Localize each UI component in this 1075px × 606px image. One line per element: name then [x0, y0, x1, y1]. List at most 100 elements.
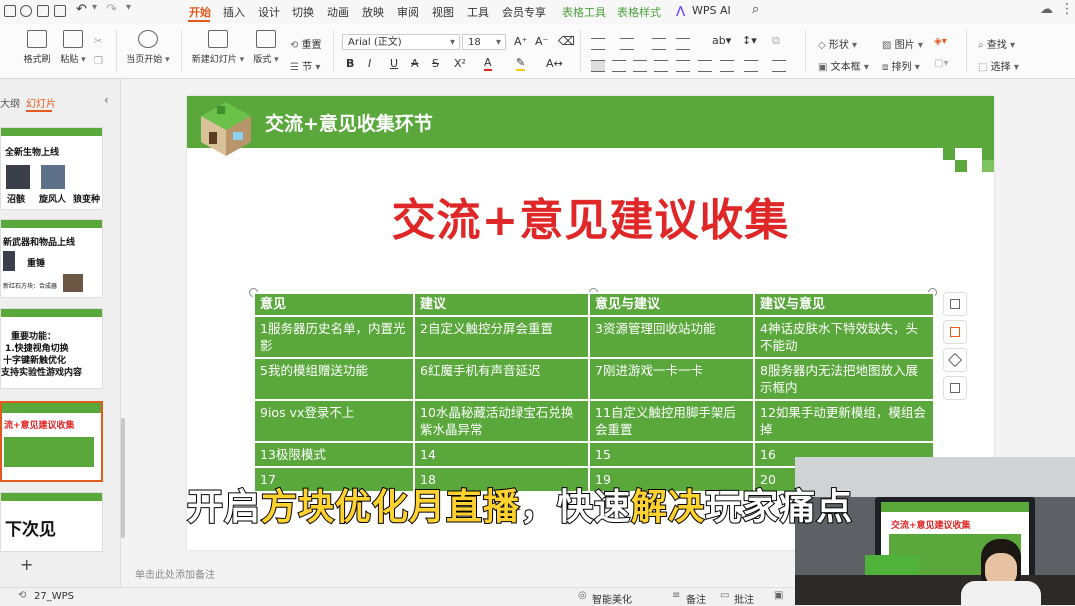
decrease-indent-icon[interactable]: [652, 38, 666, 50]
table-header[interactable]: 建议: [413, 292, 590, 317]
table-cell[interactable]: 14: [413, 441, 590, 468]
shape-button[interactable]: ◇ 形状 ▾: [818, 36, 857, 51]
columns-icon[interactable]: [744, 60, 758, 72]
char-spacing-icon[interactable]: A↔: [546, 57, 563, 70]
tab-slideshow[interactable]: 放映: [362, 4, 384, 20]
undo-icon[interactable]: ↶: [76, 2, 87, 17]
slide-layout-icon[interactable]: ⟲: [18, 590, 26, 601]
table-cell[interactable]: 6红魔手机有声音延迟: [413, 357, 590, 401]
paragraph-spacing-icon[interactable]: [720, 60, 734, 72]
table-cell[interactable]: 15: [588, 441, 755, 468]
normal-view-icon[interactable]: ▣: [774, 590, 783, 601]
decrease-font-icon[interactable]: A⁻: [535, 35, 548, 48]
tab-outline[interactable]: 大纲: [0, 95, 20, 110]
textbox-button[interactable]: ▣ 文本框 ▾: [818, 58, 869, 73]
search-icon[interactable]: ⌕: [752, 2, 759, 17]
fill-icon[interactable]: ◈▾: [934, 36, 947, 47]
wps-ai-icon[interactable]: ⋀: [676, 4, 685, 17]
thumbnail-scrollbar[interactable]: [121, 418, 125, 538]
increase-font-icon[interactable]: A⁺: [514, 35, 527, 48]
align-left-icon[interactable]: [591, 60, 605, 72]
fill-style-button[interactable]: [943, 320, 967, 344]
tab-table-style[interactable]: 表格样式: [617, 4, 661, 20]
select-button[interactable]: ⬚ 选择 ▾: [978, 58, 1019, 73]
paste-button[interactable]: 粘贴 ▾: [56, 24, 90, 65]
line-spacing-icon[interactable]: [698, 60, 712, 72]
table-cell[interactable]: 2自定义触控分屏会重置: [413, 315, 590, 359]
print-icon[interactable]: [54, 5, 66, 17]
numbered-list-icon[interactable]: [620, 38, 634, 50]
reset-button[interactable]: ⟲ 重置: [290, 36, 322, 51]
tab-transition[interactable]: 切换: [292, 4, 314, 20]
font-color-icon[interactable]: A: [484, 57, 492, 71]
tab-tools[interactable]: 工具: [467, 4, 489, 20]
slide-main-title[interactable]: 交流+意见建议收集: [187, 184, 994, 248]
tab-animation[interactable]: 动画: [327, 4, 349, 20]
tab-view[interactable]: 视图: [432, 4, 454, 20]
font-size-select[interactable]: 18 ▾: [462, 34, 506, 50]
collapse-panel-icon[interactable]: ‹: [104, 93, 109, 107]
tab-slides[interactable]: 幻灯片: [26, 95, 56, 110]
cut-icon[interactable]: ✂: [94, 36, 102, 47]
find-button[interactable]: ⌕ 查找 ▾: [978, 36, 1015, 51]
format-painter-button[interactable]: 格式刷: [20, 24, 54, 65]
notes-area[interactable]: 单击此处添加备注: [121, 560, 796, 586]
convert-icon[interactable]: ⧉: [772, 34, 780, 48]
table-cell[interactable]: 13极限模式: [253, 441, 415, 468]
strike-s-icon[interactable]: S: [432, 57, 439, 70]
slide-thumbnail[interactable]: 新武器和物品上线 重锤 新红石方块：合成器: [0, 219, 103, 298]
quick-access-more-icon[interactable]: ▾: [126, 2, 131, 13]
justify-icon[interactable]: [654, 60, 668, 72]
tab-home[interactable]: 开始: [189, 4, 211, 20]
table-header[interactable]: 意见与建议: [588, 292, 755, 317]
comments-button[interactable]: 批注: [734, 591, 754, 606]
distribute-icon[interactable]: [676, 60, 690, 72]
clear-format-icon[interactable]: ⌫: [558, 34, 575, 48]
table-cell[interactable]: 5我的模组赠送功能: [253, 357, 415, 401]
align-right-icon[interactable]: [633, 60, 647, 72]
superscript-icon[interactable]: X²: [454, 57, 466, 70]
font-name-select[interactable]: Arial (正文) ▾: [342, 34, 460, 50]
table-cell[interactable]: 11自定义触控用脚手架后会重置: [588, 399, 755, 443]
text-direction-icon[interactable]: [772, 60, 786, 72]
table-cell[interactable]: 3资源管理回收站功能: [588, 315, 755, 359]
table-cell[interactable]: 7刚进游戏一卡一卡: [588, 357, 755, 401]
smart-beautify-button[interactable]: 智能美化: [592, 591, 632, 606]
tab-insert[interactable]: 插入: [223, 4, 245, 20]
notes-toggle-button[interactable]: 备注: [686, 591, 706, 606]
slide-thumbnail-selected[interactable]: 流+意见建议收集: [0, 401, 103, 482]
tab-wps-ai[interactable]: WPS AI: [692, 4, 731, 17]
open-icon[interactable]: [20, 5, 32, 17]
undo-dropdown-icon[interactable]: ▾: [92, 2, 97, 13]
doc-icon[interactable]: [4, 5, 16, 17]
more-icon[interactable]: ⋮: [1060, 1, 1074, 17]
tab-review[interactable]: 审阅: [397, 4, 419, 20]
section-button[interactable]: ☰ 节 ▾: [290, 58, 320, 73]
table-cell[interactable]: 12如果手动更新模组，模组会掉: [753, 399, 935, 443]
copy-icon[interactable]: ❐: [94, 56, 103, 67]
underline-icon[interactable]: U: [390, 57, 398, 70]
magic-tools-button[interactable]: [943, 348, 967, 372]
tab-design[interactable]: 设计: [258, 4, 280, 20]
increase-indent-icon[interactable]: [676, 38, 690, 50]
sort-icon[interactable]: ↕▾: [742, 34, 757, 47]
strikethrough-icon[interactable]: A: [411, 57, 419, 70]
cloud-icon[interactable]: ☁: [1040, 2, 1053, 17]
arrange-button[interactable]: ⧈ 排列 ▾: [882, 58, 920, 73]
outline-icon[interactable]: ▢▾: [934, 58, 948, 69]
picture-button[interactable]: ▨ 图片 ▾: [882, 36, 923, 51]
table-cell[interactable]: 10水晶秘藏活动绿宝石兑换紫水晶异常: [413, 399, 590, 443]
highlight-icon[interactable]: ✎: [516, 57, 526, 71]
redo-icon[interactable]: ↷: [106, 2, 117, 17]
start-from-current-button[interactable]: 当页开始 ▾: [122, 24, 174, 65]
bullet-list-icon[interactable]: [591, 38, 605, 50]
table-header[interactable]: 意见: [253, 292, 415, 317]
slide-thumbnail[interactable]: 下次见: [0, 492, 103, 552]
table-cell[interactable]: 9ios vx登录不上: [253, 399, 415, 443]
layers-button[interactable]: [943, 292, 967, 316]
table-cell[interactable]: 4神话皮肤水下特效缺失，头不能动: [753, 315, 935, 359]
table-cell[interactable]: 8服务器内无法把地图放入展示框内: [753, 357, 935, 401]
tab-member[interactable]: 会员专享: [502, 4, 546, 20]
add-slide-button[interactable]: +: [20, 555, 33, 574]
table-cell[interactable]: 1服务器历史名单，内置光影: [253, 315, 415, 359]
